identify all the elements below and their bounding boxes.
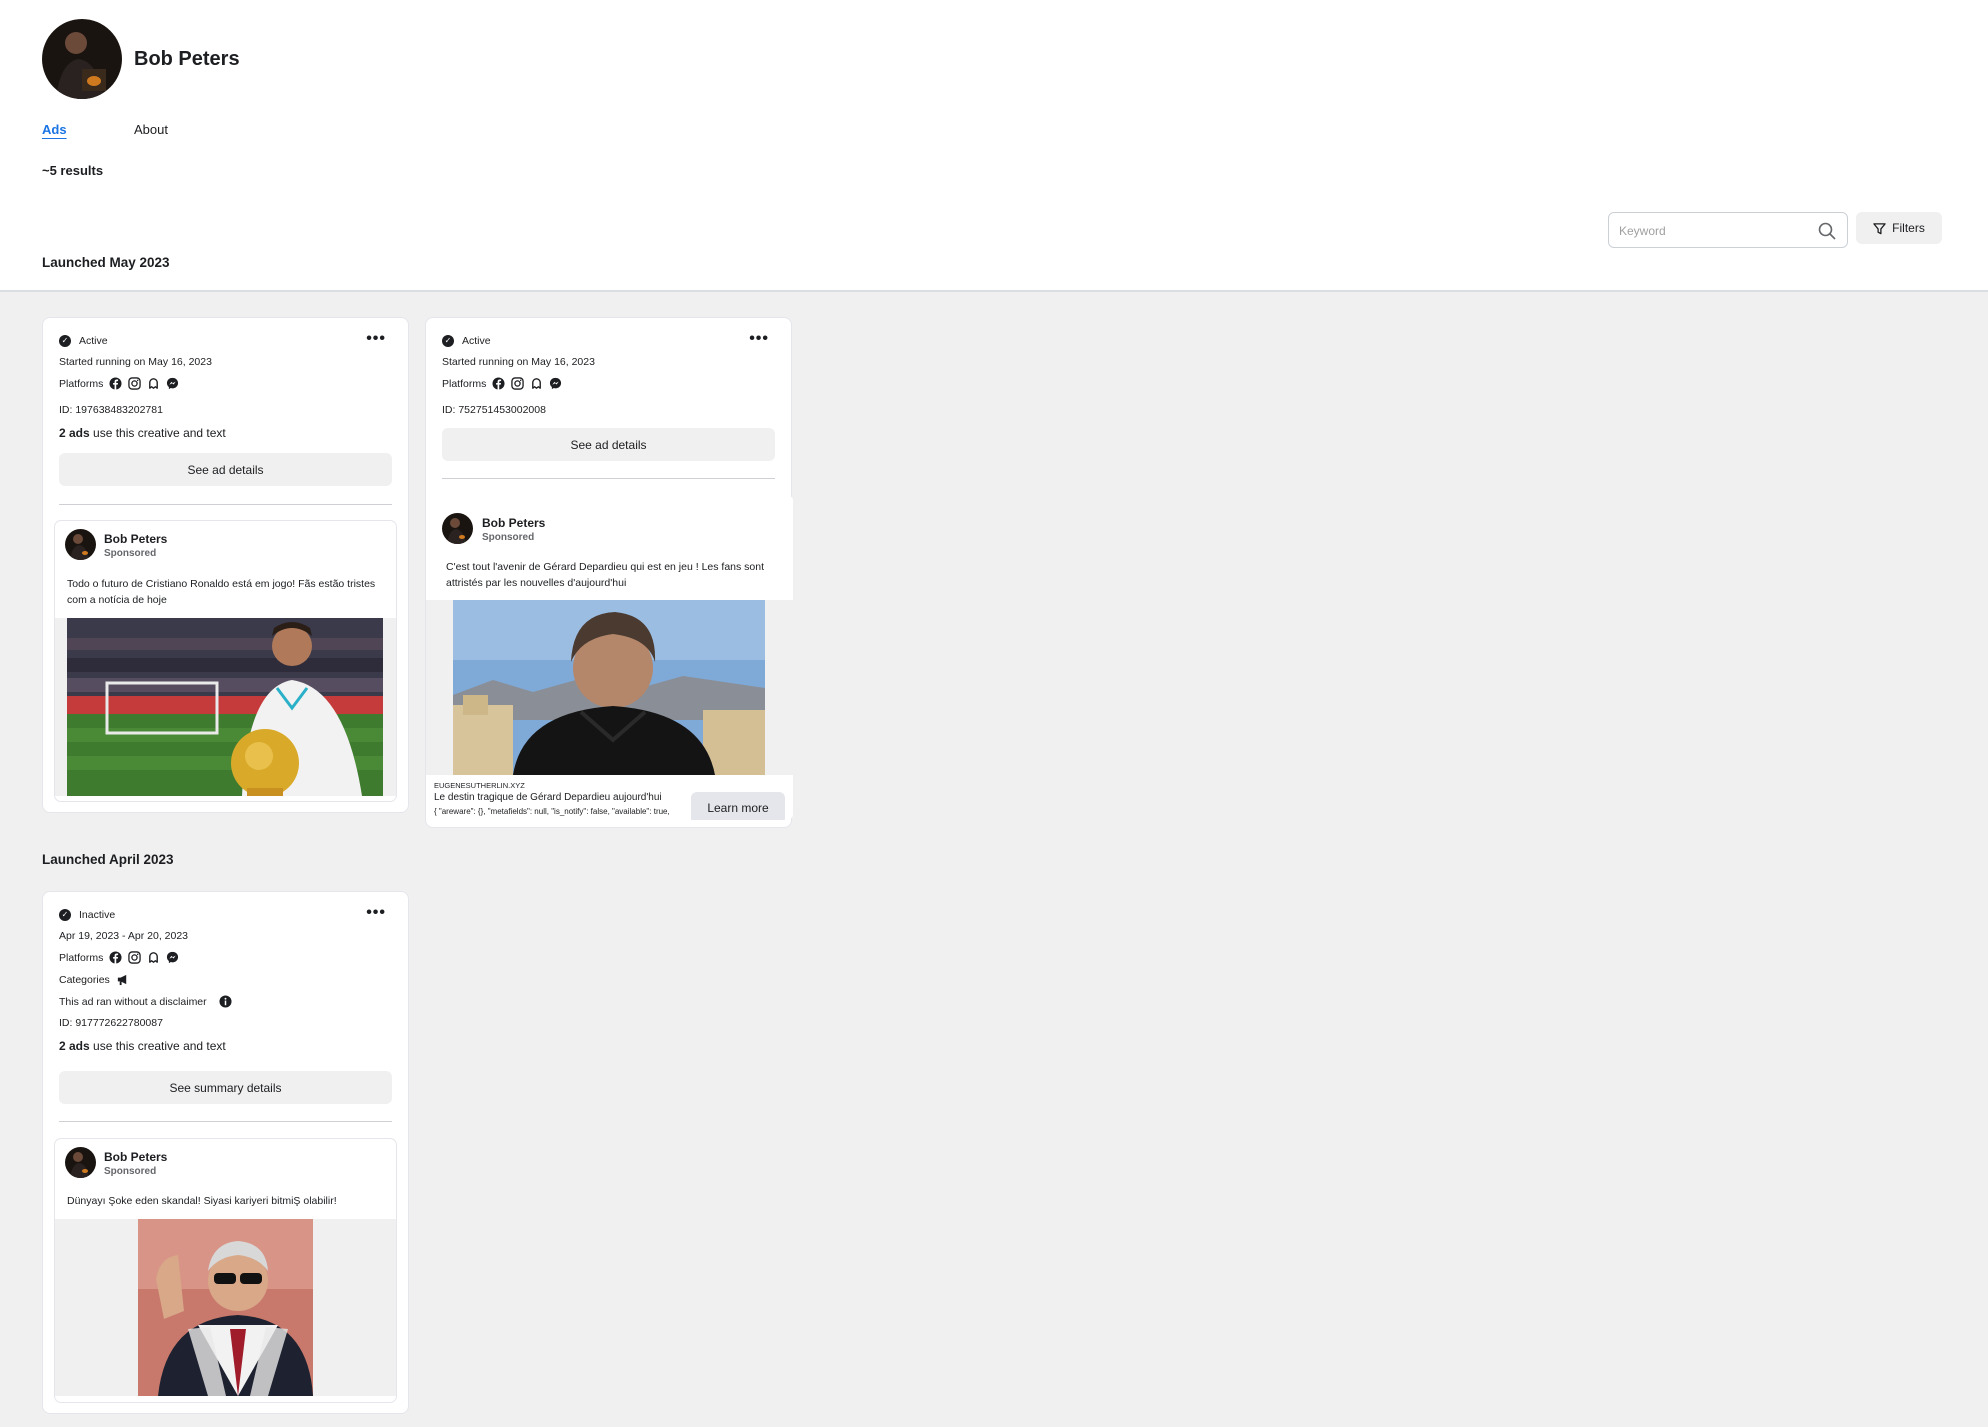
avatar xyxy=(42,19,122,99)
sponsored-label: Sponsored xyxy=(104,1166,157,1177)
ad-card: ✓ Active ••• Started running on May 16, … xyxy=(42,317,409,813)
facebook-icon xyxy=(109,377,122,390)
results-count: ~5 results xyxy=(42,163,104,178)
advertiser-name[interactable]: Bob Peters xyxy=(482,516,545,530)
sponsored-label: Sponsored xyxy=(104,548,157,559)
ad-card: ✓ Active ••• Started running on May 16, … xyxy=(425,317,793,828)
status: ✓ Active xyxy=(59,335,108,347)
ads-count-bold: 2 ads xyxy=(59,1039,90,1053)
page-title: Bob Peters xyxy=(134,48,240,70)
ads-count-text: use this creative and text xyxy=(89,1039,226,1053)
facebook-icon xyxy=(109,951,122,964)
see-ad-details-button[interactable]: See ad details xyxy=(59,453,392,486)
run-date: Apr 19, 2023 - Apr 20, 2023 xyxy=(59,930,189,942)
platforms-row: Platforms xyxy=(59,951,179,964)
ads-count: 2 ads use this creative and text xyxy=(59,426,226,440)
divider xyxy=(59,1121,392,1122)
see-summary-details-button[interactable]: See summary details xyxy=(59,1071,392,1104)
info-icon[interactable] xyxy=(219,995,232,1008)
ad-body-text: C'est tout l'avenir de Gérard Depardieu … xyxy=(446,561,765,589)
ad-id: ID: 917772622780087 xyxy=(59,1017,163,1029)
search-icon[interactable] xyxy=(1817,221,1837,241)
megaphone-icon xyxy=(117,974,126,986)
status: ✓ Inactive xyxy=(59,909,115,921)
avatar xyxy=(65,1147,96,1178)
see-ad-details-button[interactable]: See ad details xyxy=(442,428,775,461)
avatar xyxy=(442,513,473,544)
categories-label: Categories xyxy=(59,973,110,986)
disclaimer-row: This ad ran without a disclaimer xyxy=(59,995,232,1008)
ad-creative: Bob Peters Sponsored Todo o futuro de Cr… xyxy=(55,521,396,801)
ad-image xyxy=(138,1219,313,1396)
audience-network-icon xyxy=(149,378,159,389)
ad-creative: Bob Peters Sponsored Dünyayı Şoke eden s… xyxy=(55,1139,396,1402)
filters-button[interactable]: Filters xyxy=(1856,212,1942,244)
platforms-label: Platforms xyxy=(442,377,487,390)
search-box[interactable] xyxy=(1608,212,1848,248)
avatar xyxy=(65,529,96,560)
ad-body-text: Todo o futuro de Cristiano Ronaldo está … xyxy=(67,578,376,606)
status: ✓ Active xyxy=(442,335,491,347)
ad-image xyxy=(453,600,765,775)
check-circle-icon: ✓ xyxy=(59,909,71,921)
link-description: { "areware": {}, "metafields": null, "is… xyxy=(434,807,670,816)
link-title[interactable]: Le destin tragique de Gérard Depardieu a… xyxy=(434,792,684,803)
ad-image xyxy=(67,618,383,796)
more-options-button[interactable]: ••• xyxy=(749,330,769,348)
messenger-icon xyxy=(167,951,179,964)
audience-network-icon xyxy=(532,378,542,389)
ad-id: ID: 197638483202781 xyxy=(59,404,163,416)
learn-more-button[interactable]: Learn more xyxy=(691,792,785,820)
advertiser-name[interactable]: Bob Peters xyxy=(104,1150,167,1164)
categories-row: Categories xyxy=(59,973,129,986)
messenger-icon xyxy=(167,377,179,390)
platforms-label: Platforms xyxy=(59,377,104,390)
ad-card: ✓ Inactive ••• Apr 19, 2023 - Apr 20, 20… xyxy=(42,891,409,1414)
divider xyxy=(442,478,775,479)
check-circle-icon: ✓ xyxy=(59,335,71,347)
instagram-icon xyxy=(128,377,142,390)
platforms-label: Platforms xyxy=(59,951,104,964)
filter-icon xyxy=(1873,222,1886,234)
advertiser-name[interactable]: Bob Peters xyxy=(104,532,167,546)
search-input[interactable] xyxy=(1619,220,1809,242)
sponsored-label: Sponsored xyxy=(482,532,535,543)
ads-count: 2 ads use this creative and text xyxy=(59,1039,226,1053)
disclaimer-text: This ad ran without a disclaimer xyxy=(59,995,207,1008)
more-options-button[interactable]: ••• xyxy=(366,904,386,922)
status-label: Inactive xyxy=(79,909,116,921)
instagram-icon xyxy=(128,951,142,964)
platforms-row: Platforms xyxy=(442,377,562,390)
more-options-button[interactable]: ••• xyxy=(366,330,386,348)
instagram-icon xyxy=(511,377,525,390)
ads-count-bold: 2 ads xyxy=(59,426,90,440)
filters-label: Filters xyxy=(1892,221,1925,235)
status-label: Active xyxy=(79,335,108,347)
ad-creative: Bob Peters Sponsored C'est tout l'avenir… xyxy=(426,495,793,820)
section-title: Launched April 2023 xyxy=(42,852,174,867)
ad-image-container xyxy=(55,1219,396,1396)
run-date: Started running on May 16, 2023 xyxy=(442,356,595,368)
ad-image-container xyxy=(55,618,396,796)
platforms-row: Platforms xyxy=(59,377,179,390)
section-title: Launched May 2023 xyxy=(42,255,170,270)
ad-body-text: Dünyayı Şoke eden skandal! Siyasi kariye… xyxy=(67,1195,337,1207)
status-label: Active xyxy=(462,335,491,347)
page-header: Bob Peters Ads About ~5 results Filters … xyxy=(0,0,1988,292)
link-domain: EUGENESUTHERLIN.XYZ xyxy=(434,781,525,790)
tab-ads[interactable]: Ads xyxy=(42,122,67,137)
audience-network-icon xyxy=(149,952,159,963)
check-circle-icon: ✓ xyxy=(442,335,454,347)
ad-id: ID: 752751453002008 xyxy=(442,404,546,416)
run-date: Started running on May 16, 2023 xyxy=(59,356,212,368)
messenger-icon xyxy=(550,377,562,390)
divider xyxy=(59,504,392,505)
tab-about[interactable]: About xyxy=(134,122,168,137)
ad-image-container xyxy=(426,600,793,775)
facebook-icon xyxy=(492,377,505,390)
ads-count-text: use this creative and text xyxy=(89,426,226,440)
